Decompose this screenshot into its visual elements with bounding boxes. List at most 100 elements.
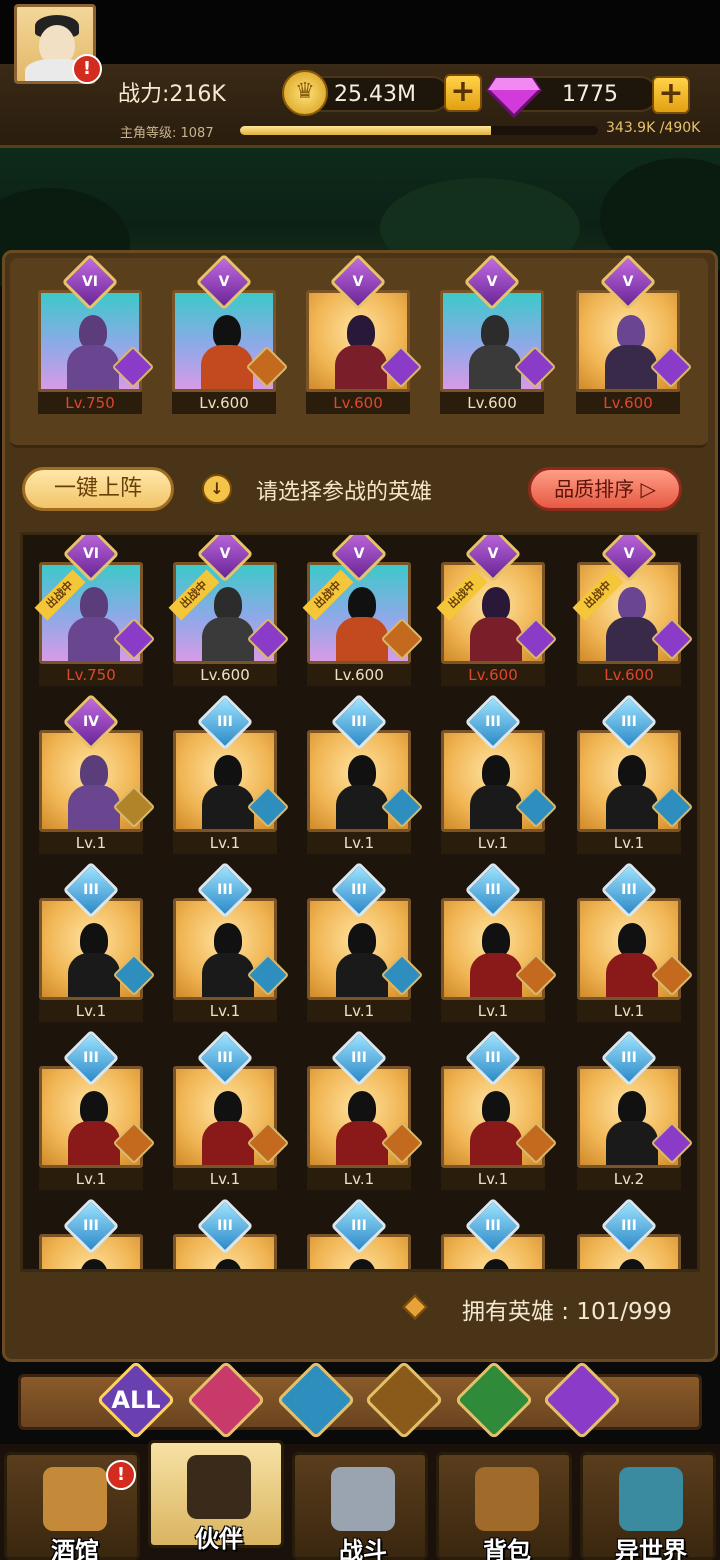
hero-card[interactable]: III Lv.1	[307, 1029, 424, 1190]
add-coins-button[interactable]: +	[444, 74, 482, 112]
hero-figure	[470, 1091, 522, 1165]
rank-label: V	[352, 274, 364, 290]
nav-tab-label: 背包	[483, 1537, 531, 1560]
filter-elf-blue-icon	[288, 1372, 344, 1428]
hero-level: Lv.1	[441, 832, 545, 854]
hero-card[interactable]: 出战中 V Lv.600	[168, 535, 290, 686]
nav-tab-otherworld[interactable]: 异世界	[580, 1452, 716, 1560]
hero-card[interactable]: III Lv.2	[577, 1029, 694, 1190]
hero-card[interactable]: 出战中 VI Lv.750	[34, 535, 156, 686]
hero-card[interactable]: IV Lv.1	[39, 693, 156, 854]
rank-label: III	[217, 714, 233, 730]
hero-card[interactable]: III	[307, 1197, 411, 1269]
hero-level: Lv.1	[441, 1168, 545, 1190]
quality-sort-button[interactable]: 品质排序 ▷	[528, 467, 682, 511]
hero-card[interactable]: III	[39, 1197, 143, 1269]
hero-card[interactable]: III Lv.1	[173, 861, 290, 1022]
hero-figure	[335, 315, 387, 389]
gem-amount: 1775	[562, 82, 618, 107]
owned-heroes-count: 拥有英雄 : 101/999	[462, 1299, 672, 1325]
rank-label: V	[622, 274, 634, 290]
add-gems-button[interactable]: +	[652, 76, 690, 114]
hero-card[interactable]: III Lv.1	[173, 1029, 290, 1190]
hero-level: Lv.600	[441, 664, 545, 686]
hero-figure	[606, 755, 658, 829]
nav-tab-partners[interactable]: 伙伴	[148, 1440, 284, 1553]
rank-label: V	[487, 546, 499, 562]
rank-label: III	[485, 1218, 501, 1234]
hero-figure	[606, 587, 658, 661]
hero-card[interactable]: 出战中 V Lv.600	[572, 535, 694, 686]
hero-card[interactable]: III Lv.1	[39, 861, 156, 1022]
nav-tab-bag[interactable]: 背包	[436, 1452, 572, 1560]
filter-elf-green-icon	[466, 1372, 522, 1428]
forest-background	[0, 148, 720, 298]
filter-lion-icon	[376, 1372, 432, 1428]
hero-level: Lv.1	[307, 1168, 411, 1190]
hero-card[interactable]: III Lv.1	[441, 693, 558, 854]
hero-figure	[68, 755, 120, 829]
nav-tab-label: 伙伴	[195, 1525, 243, 1553]
hero-level: Lv.600	[576, 392, 680, 414]
hero-figure	[336, 1259, 388, 1269]
hero-card[interactable]: V Lv.600	[576, 253, 693, 414]
hero-card[interactable]: III Lv.1	[173, 693, 290, 854]
hero-figure	[469, 315, 521, 389]
hero-card[interactable]: 出战中 V Lv.600	[436, 535, 558, 686]
hero-level: Lv.600	[577, 664, 681, 686]
hero-card[interactable]: III Lv.1	[441, 861, 558, 1022]
one-click-deploy-button[interactable]: 一键上阵	[22, 467, 174, 511]
hero-card[interactable]: III	[173, 1197, 277, 1269]
hero-card[interactable]: III Lv.1	[577, 693, 694, 854]
hero-figure	[202, 1259, 254, 1269]
rank-label: V	[486, 274, 498, 290]
hero-level: Lv.1	[39, 1168, 143, 1190]
rank-label: VI	[82, 546, 100, 562]
hero-card[interactable]: III Lv.1	[39, 1029, 156, 1190]
level-progress-bar	[240, 126, 598, 135]
hero-level: Lv.1	[441, 1000, 545, 1022]
hero-card[interactable]: V Lv.600	[172, 253, 289, 414]
rank-label: VI	[81, 274, 99, 290]
hero-card[interactable]: III Lv.1	[307, 861, 424, 1022]
hero-figure	[68, 587, 120, 661]
hero-figure	[68, 1091, 120, 1165]
hero-card[interactable]: III Lv.1	[441, 1029, 558, 1190]
info-icon[interactable]: ↓	[202, 474, 232, 504]
rank-label: III	[621, 1050, 637, 1066]
hero-card[interactable]: III	[577, 1197, 681, 1269]
level-exp-text: 343.9K /490K	[606, 120, 701, 136]
hero-figure	[605, 315, 657, 389]
hero-card[interactable]: V Lv.600	[306, 253, 423, 414]
hero-card[interactable]: III Lv.1	[577, 861, 694, 1022]
rank-label: III	[485, 1050, 501, 1066]
bag-icon	[475, 1467, 539, 1531]
hero-figure	[470, 923, 522, 997]
hero-figure	[336, 587, 388, 661]
rank-label: III	[83, 1218, 99, 1234]
rank-label: III	[217, 1218, 233, 1234]
hero-card[interactable]: VI Lv.750	[38, 253, 155, 414]
filter-demon-icon	[554, 1372, 610, 1428]
rank-label: III	[217, 882, 233, 898]
hero-level: Lv.1	[173, 1168, 277, 1190]
rank-label: V	[353, 546, 365, 562]
nav-tab-label: 异世界	[615, 1537, 687, 1560]
coin-amount: 25.43M	[334, 82, 416, 107]
hero-card[interactable]: III Lv.1	[307, 693, 424, 854]
nav-tab-battle[interactable]: 战斗	[292, 1452, 428, 1560]
hero-figure	[470, 755, 522, 829]
rank-label: III	[351, 1050, 367, 1066]
hero-figure	[67, 315, 119, 389]
hero-card[interactable]: 出战中 V Lv.600	[302, 535, 424, 686]
rank-label: III	[621, 1218, 637, 1234]
hero-figure	[68, 1259, 120, 1269]
nav-tab-label: 酒馆	[51, 1537, 99, 1560]
hero-card[interactable]: III	[441, 1197, 545, 1269]
hero-figure	[470, 587, 522, 661]
hero-figure	[336, 923, 388, 997]
combat-power: 战力:216K	[118, 82, 226, 107]
hero-card[interactable]: V Lv.600	[440, 253, 557, 414]
hero-grid: 出战中 VI Lv.750 出战中 V Lv.600 出战中 V Lv.600 出战中 V Lv.60…	[20, 532, 700, 1272]
hero-figure	[202, 755, 254, 829]
